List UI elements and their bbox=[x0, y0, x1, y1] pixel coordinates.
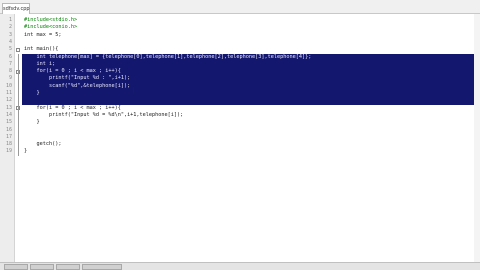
line-number: 9 bbox=[8, 75, 12, 82]
code-line[interactable]: 19} bbox=[0, 148, 480, 155]
code-line[interactable]: 12 bbox=[0, 97, 480, 105]
fold-toggle-icon[interactable] bbox=[16, 47, 20, 52]
line-number: 19 bbox=[5, 148, 12, 155]
selection-highlight bbox=[22, 97, 480, 105]
code-line[interactable]: 13 for(i = 0 ; i < max ; i++){ bbox=[0, 105, 480, 112]
code-text: int i; bbox=[24, 60, 56, 67]
selection-highlight bbox=[22, 60, 480, 69]
code-text: int telephone[max] = {telephone[0],telep… bbox=[24, 53, 312, 60]
code-line[interactable]: 11 } bbox=[0, 90, 480, 98]
line-number: 2 bbox=[8, 24, 12, 31]
code-text: int main(){ bbox=[24, 46, 59, 53]
code-line[interactable]: 4 bbox=[0, 39, 480, 46]
taskbar-item[interactable] bbox=[56, 264, 80, 270]
vertical-scrollbar[interactable] bbox=[474, 14, 480, 262]
code-text: #include<conio.h> bbox=[24, 24, 78, 31]
taskbar-item[interactable] bbox=[4, 264, 28, 270]
line-number: 3 bbox=[8, 31, 12, 38]
line-number: 17 bbox=[5, 133, 12, 140]
file-tab[interactable]: sdfsdv.cpp bbox=[2, 3, 30, 14]
code-line[interactable]: 16 bbox=[0, 127, 480, 134]
code-line[interactable]: 7 int i; bbox=[0, 60, 480, 69]
code-text: printf("Input %d = %d\n",i+1,telephone[i… bbox=[24, 111, 184, 118]
code-editor[interactable]: 1 #include<stdio.h> 2 #include<conio.h> 3 int… bbox=[0, 14, 480, 262]
line-number: 10 bbox=[5, 82, 12, 89]
code-text: getch(); bbox=[24, 141, 62, 148]
code-text: } bbox=[24, 119, 40, 126]
line-number: 12 bbox=[5, 97, 12, 104]
line-number: 1 bbox=[8, 17, 12, 23]
text-cursor bbox=[133, 87, 134, 94]
taskbar-item[interactable] bbox=[30, 264, 54, 270]
code-line[interactable]: 15 } bbox=[0, 119, 480, 126]
code-text: int max = 5; bbox=[24, 31, 62, 38]
line-number: 7 bbox=[8, 60, 12, 67]
code-line[interactable]: 5 int main(){ bbox=[0, 46, 480, 53]
fold-guide bbox=[17, 53, 19, 156]
code-text: for(i = 0 ; i < max ; i++){ bbox=[24, 104, 121, 111]
code-line[interactable]: 6 int telephone[max] = {telephone[0],tel… bbox=[0, 53, 480, 61]
code-line[interactable]: 2 #include<conio.h> bbox=[0, 24, 480, 31]
code-text: #include<stdio.h> bbox=[24, 17, 78, 23]
code-text: } bbox=[24, 148, 28, 155]
code-line[interactable]: 17 bbox=[0, 134, 480, 141]
line-number: 11 bbox=[5, 90, 12, 96]
line-number: 13 bbox=[5, 104, 12, 111]
code-line[interactable]: 18 getch(); bbox=[0, 141, 480, 148]
line-number: 4 bbox=[8, 38, 12, 45]
line-number: 16 bbox=[5, 126, 12, 133]
code-line[interactable]: 3 int max = 5; bbox=[0, 32, 480, 39]
line-number: 6 bbox=[8, 53, 12, 60]
editor-tab-bar: sdfsdv.cpp bbox=[0, 0, 480, 14]
code-line[interactable]: 8 for(i = 0 ; i < max ; i++){ bbox=[0, 68, 480, 76]
code-text: scanf("%d",&telephone[i]); bbox=[24, 82, 131, 89]
code-line[interactable]: 14 printf("Input %d = %d\n",i+1,telephon… bbox=[0, 112, 480, 119]
line-number: 18 bbox=[5, 141, 12, 148]
selection-highlight bbox=[22, 90, 480, 98]
code-line[interactable]: 1 #include<stdio.h> bbox=[0, 17, 480, 24]
taskbar-item[interactable] bbox=[82, 264, 122, 270]
code-text: printf("Input %d : ",i+1); bbox=[24, 75, 131, 82]
line-number: 5 bbox=[8, 46, 12, 53]
line-number: 15 bbox=[5, 119, 12, 126]
line-number: 8 bbox=[8, 68, 12, 75]
code-text: } bbox=[24, 90, 40, 96]
code-line[interactable]: 9 printf("Input %d : ",i+1); bbox=[0, 75, 480, 83]
taskbar bbox=[0, 262, 480, 270]
code-line[interactable]: 10 scanf("%d",&telephone[i]); bbox=[0, 82, 480, 90]
code-text: for(i = 0 ; i < max ; i++){ bbox=[24, 68, 121, 75]
line-number: 14 bbox=[5, 111, 12, 118]
